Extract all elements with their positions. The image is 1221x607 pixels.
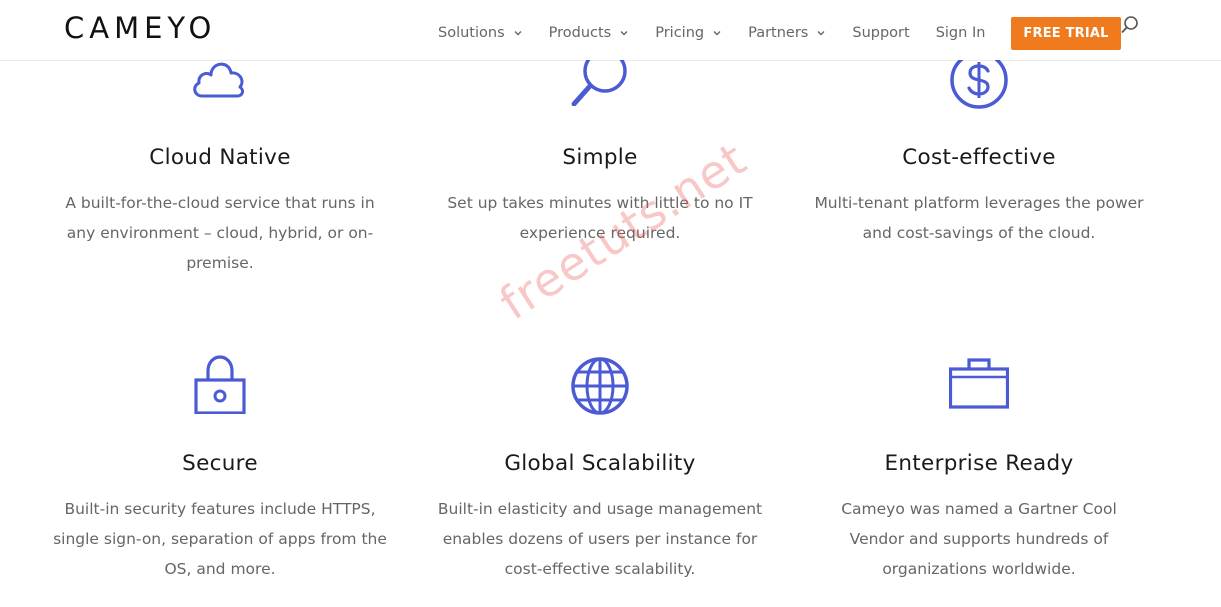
main-nav: Solutions Products Pricing Partners Supp… [438,16,1121,50]
desc-line: enables dozens of users per instance for [442,530,758,548]
nav-label: Products [548,25,612,41]
feature-description: Built-in security features include HTTPS… [40,494,400,584]
briefcase-icon [949,358,1009,409]
desc-line: Cameyo was named a Gartner Cool [841,500,1117,518]
feature-title: Simple [562,145,638,170]
feature-title: Cost-effective [902,145,1056,170]
nav-sign-in[interactable]: Sign In [936,25,986,41]
feature-title: Secure [182,451,258,476]
nav-solutions[interactable]: Solutions [438,25,523,41]
nav-support[interactable]: Support [852,25,909,41]
feature-description: Cameyo was named a Gartner Cool Vendor a… [799,494,1159,584]
desc-line: single sign-on, separation of apps from … [53,530,387,548]
search-icon[interactable] [1119,14,1141,36]
chevron-down-icon [817,31,825,36]
feature-title: Enterprise Ready [884,451,1074,476]
globe-icon [571,357,629,415]
desc-line: OS, and more. [164,560,276,578]
desc-line: organizations worldwide. [882,560,1076,578]
site-header: CAMEYO Solutions Products Pricing Partne… [0,0,1221,60]
feature-title: Global Scalability [504,451,696,476]
free-trial-button[interactable]: FREE TRIAL [1011,16,1121,50]
feature-description: Set up takes minutes with little to no I… [420,188,780,248]
desc-line: premise. [186,254,254,272]
desc-line: Built-in elasticity and usage management [437,500,763,518]
feature-title: Cloud Native [149,145,291,170]
nav-label: Pricing [655,25,705,41]
desc-line: Set up takes minutes with little to no I… [447,194,753,212]
nav-products[interactable]: Products [549,25,630,41]
desc-line: Vendor and supports hundreds of [849,530,1109,548]
desc-line: cost-effective scalability. [504,560,696,578]
desc-line: A built-for-the-cloud service that runs … [65,194,375,212]
cameyo-logo[interactable]: CAMEYO [64,11,216,45]
desc-line: experience required. [519,224,681,242]
lock-icon [194,355,246,414]
desc-line: any environment – cloud, hybrid, or on- [66,224,374,242]
desc-line: Multi-tenant platform leverages the powe… [814,194,1144,212]
feature-description: Built-in elasticity and usage management… [420,494,780,584]
desc-line: and cost-savings of the cloud. [862,224,1096,242]
chevron-down-icon [620,31,628,36]
nav-pricing[interactable]: Pricing [655,25,722,41]
page: CAMEYO Solutions Products Pricing Partne… [0,0,1221,607]
nav-label: Sign In [935,25,986,41]
feature-description: Multi-tenant platform leverages the powe… [799,188,1159,248]
desc-line: Built-in security features include HTTPS… [64,500,376,518]
nav-label: Partners [748,25,809,41]
nav-partners[interactable]: Partners [748,25,826,41]
nav-label: Solutions [438,25,505,41]
feature-description: A built-for-the-cloud service that runs … [40,188,400,278]
chevron-down-icon [713,31,721,36]
nav-label: Support [852,25,910,41]
chevron-down-icon [514,31,522,36]
